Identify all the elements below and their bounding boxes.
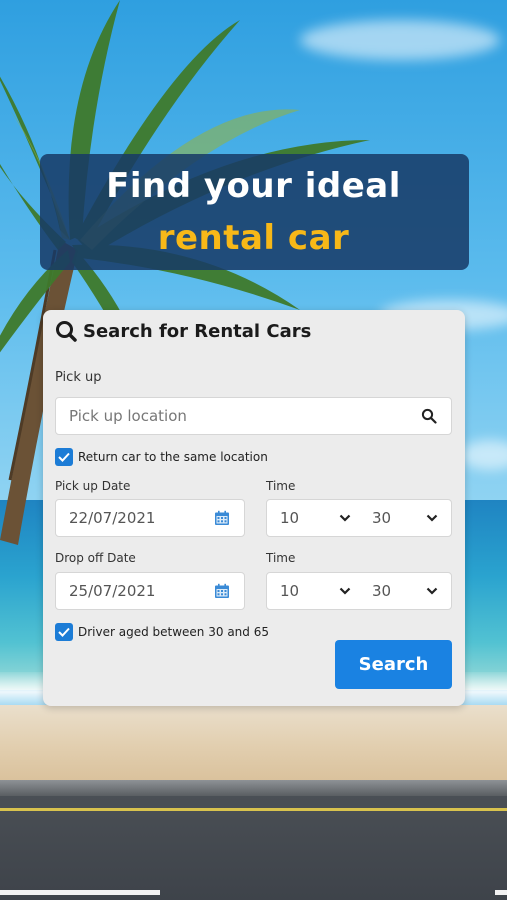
pickup-minute-value: 30	[372, 509, 392, 527]
pickup-time-select: 10 30	[266, 499, 452, 537]
return-same-location-option[interactable]: Return car to the same location	[55, 448, 268, 466]
search-button[interactable]: Search	[335, 640, 452, 689]
search-icon[interactable]	[421, 408, 437, 424]
driver-age-checkbox[interactable]	[55, 623, 73, 641]
dropoff-time-label: Time	[266, 551, 296, 565]
calendar-icon[interactable]	[214, 583, 230, 599]
road-center-line	[0, 808, 507, 811]
pickup-hour-select[interactable]: 10	[267, 509, 359, 527]
chevron-down-icon	[426, 587, 438, 595]
dropoff-date-value: 25/07/2021	[69, 582, 156, 600]
pickup-date-value: 22/07/2021	[69, 509, 156, 527]
dropoff-minute-select[interactable]: 30	[359, 582, 451, 600]
driver-age-option[interactable]: Driver aged between 30 and 65	[55, 623, 269, 641]
pickup-time-label: Time	[266, 479, 296, 493]
road-dash	[495, 890, 507, 895]
pickup-label: Pick up	[55, 370, 102, 385]
chevron-down-icon	[339, 514, 351, 522]
dropoff-time-select: 10 30	[266, 572, 452, 610]
card-title: Search for Rental Cars	[55, 319, 311, 343]
road-curb	[0, 780, 507, 796]
chevron-down-icon	[339, 587, 351, 595]
pickup-location-placeholder: Pick up location	[69, 407, 187, 425]
return-same-location-label: Return car to the same location	[78, 450, 268, 464]
calendar-icon[interactable]	[214, 510, 230, 526]
pickup-location-input[interactable]: Pick up location	[55, 397, 452, 435]
checkmark-icon	[58, 627, 70, 637]
search-icon	[56, 321, 77, 342]
hero-title-line1: Find your ideal	[106, 166, 401, 206]
dropoff-minute-value: 30	[372, 582, 392, 600]
pickup-date-input[interactable]: 22/07/2021	[55, 499, 245, 537]
return-same-location-checkbox[interactable]	[55, 448, 73, 466]
checkmark-icon	[58, 452, 70, 462]
dropoff-date-input[interactable]: 25/07/2021	[55, 572, 245, 610]
road-dash	[0, 890, 160, 895]
road	[0, 796, 507, 900]
pickup-date-label: Pick up Date	[55, 479, 131, 493]
pickup-minute-select[interactable]: 30	[359, 509, 451, 527]
hero-title-line2: rental car	[157, 218, 350, 258]
sand	[0, 705, 507, 785]
driver-age-label: Driver aged between 30 and 65	[78, 625, 269, 639]
pickup-hour-value: 10	[280, 509, 300, 527]
dropoff-hour-value: 10	[280, 582, 300, 600]
card-title-text: Search for Rental Cars	[83, 320, 312, 342]
chevron-down-icon	[426, 514, 438, 522]
dropoff-hour-select[interactable]: 10	[267, 582, 359, 600]
dropoff-date-label: Drop off Date	[55, 551, 136, 565]
